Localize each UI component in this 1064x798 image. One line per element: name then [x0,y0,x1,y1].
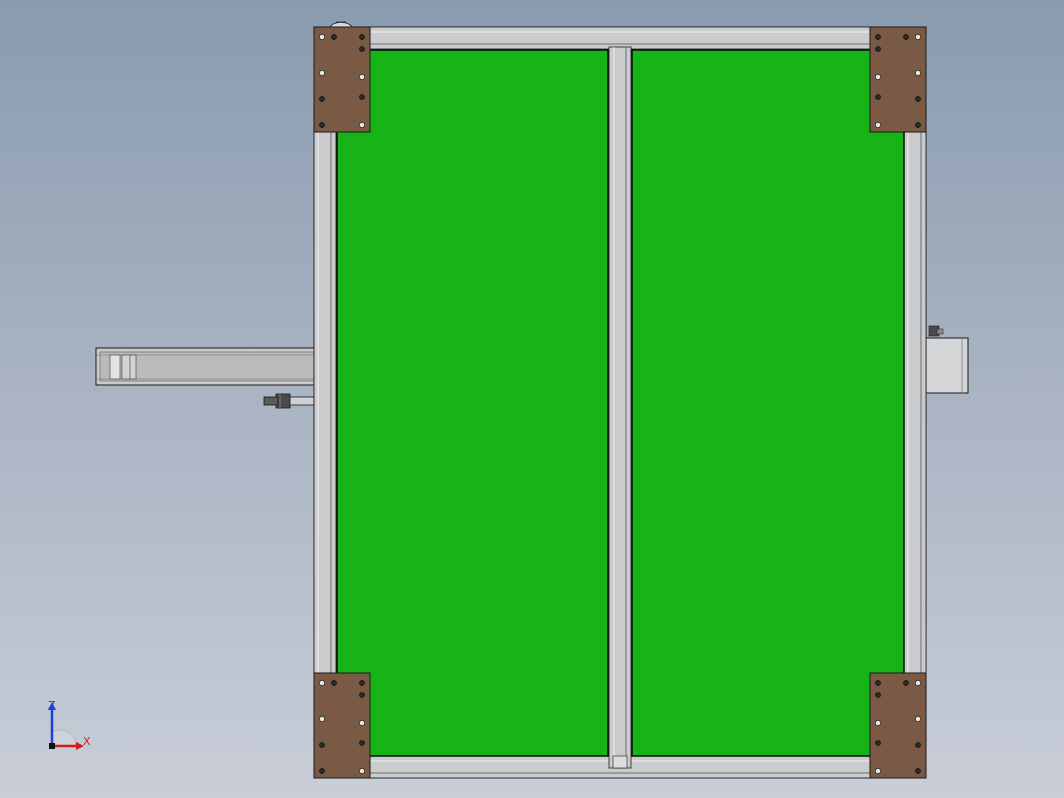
bolt-hole-icon [875,94,881,100]
bolt-hole-icon [915,716,921,722]
corner-plate-bottom-left[interactable] [313,672,371,779]
bolt-hole-icon [875,74,881,80]
bolt-hole-icon [875,46,881,52]
left-profile-rail[interactable] [313,26,337,779]
bolt-hole-icon [875,720,881,726]
bolt-hole-icon [359,122,365,128]
green-panel-left[interactable] [336,49,609,757]
bolt-hole-icon [319,34,325,40]
left-extension-bracket[interactable] [95,347,315,386]
bolt-hole-icon [359,74,365,80]
bolt-hole-icon [915,34,921,40]
bolt-hole-icon [875,122,881,128]
cad-model-top-view[interactable] [0,0,1064,798]
bolt-hole-icon [875,34,881,40]
top-left-adjuster[interactable] [329,21,353,28]
bolt-hole-icon [915,96,921,102]
bolt-hole-icon [331,34,337,40]
left-cylinder-fitting[interactable] [263,393,315,409]
bolt-hole-icon [915,768,921,774]
z-axis-label: Z [48,699,56,712]
bolt-hole-icon [319,96,325,102]
corner-plate-top-left[interactable] [313,26,371,133]
bolt-hole-icon [875,740,881,746]
bolt-hole-icon [903,34,909,40]
bolt-hole-icon [319,768,325,774]
graphics-viewport[interactable]: Z X [0,0,1064,798]
bolt-hole-icon [359,34,365,40]
bolt-hole-icon [915,70,921,76]
bolt-hole-icon [875,680,881,686]
bolt-hole-icon [319,742,325,748]
bolt-hole-icon [359,720,365,726]
right-profile-rail[interactable] [903,26,927,779]
bolt-hole-icon [331,680,337,686]
bolt-hole-icon [319,716,325,722]
bolt-hole-icon [359,692,365,698]
bolt-hole-icon [875,768,881,774]
right-side-bracket[interactable] [925,325,969,394]
bolt-hole-icon [359,94,365,100]
triad-origin-icon [49,743,55,749]
bolt-hole-icon [875,692,881,698]
green-panel-right[interactable] [631,49,905,757]
corner-plate-bottom-right[interactable] [869,672,927,779]
corner-plate-top-right[interactable] [869,26,927,133]
bolt-hole-icon [915,680,921,686]
bolt-hole-icon [359,680,365,686]
bolt-hole-icon [359,768,365,774]
bolt-hole-icon [915,122,921,128]
bolt-hole-icon [319,680,325,686]
triad-plane-icon [51,729,77,747]
bolt-hole-icon [359,740,365,746]
x-axis-label: X [83,735,91,748]
bolt-hole-icon [319,70,325,76]
bolt-hole-icon [903,680,909,686]
top-profile-rail[interactable] [313,26,927,50]
center-profile-rail[interactable] [608,46,632,769]
bolt-hole-icon [915,742,921,748]
bolt-hole-icon [359,46,365,52]
bolt-hole-icon [319,122,325,128]
